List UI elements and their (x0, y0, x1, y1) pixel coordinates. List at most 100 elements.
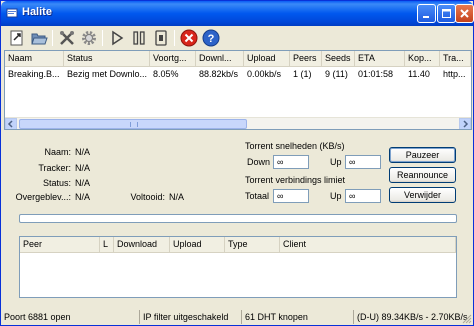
peer-column-l[interactable]: L (100, 237, 114, 252)
name-value: N/A (75, 147, 91, 157)
tools-button[interactable] (58, 29, 76, 47)
toolbar-separator (174, 30, 175, 46)
help-button[interactable]: ? (202, 29, 220, 47)
peer-column-upload[interactable]: Upload (170, 237, 225, 252)
up-limit-input[interactable]: ∞ (345, 155, 381, 169)
torrent-name: Breaking.B... (8, 69, 60, 79)
peer-list[interactable]: Peer L Download Upload Type Client (19, 236, 457, 298)
resume-button[interactable] (108, 29, 126, 47)
pause-torrent-button[interactable]: Pauzeer (389, 147, 456, 163)
svg-text:?: ? (208, 33, 215, 45)
torrent-status: Bezig met Downlo... (67, 69, 148, 79)
down-limit-label: Down (247, 157, 271, 167)
name-label: Naam: (44, 147, 71, 157)
column-header-seeds[interactable]: Seeds (322, 51, 355, 66)
tracker-value: N/A (75, 163, 91, 173)
column-header-upload[interactable]: Upload (244, 51, 290, 66)
peer-column-client[interactable]: Client (280, 237, 456, 252)
transfer-rates-status: (D-U) 89.34KB/s - 2.70KB/s (353, 310, 468, 324)
peer-list-header: Peer L Download Upload Type Client (20, 237, 456, 253)
column-header-status[interactable]: Status (64, 51, 150, 66)
app-icon (6, 8, 18, 18)
column-header-progress[interactable]: Voortg... (150, 51, 196, 66)
peer-column-peer[interactable]: Peer (20, 237, 100, 252)
up-limit-label: Up (330, 157, 342, 167)
upload-connections-input[interactable]: ∞ (345, 189, 381, 203)
column-header-tracker[interactable]: Tra... (440, 51, 471, 66)
torrent-progress: 8.05% (153, 69, 179, 79)
help-icon: ? (202, 29, 220, 47)
column-header-naam[interactable]: Naam (5, 51, 64, 66)
open-folder-button[interactable] (30, 29, 48, 47)
window-title: Halite (22, 6, 52, 18)
minimize-icon (423, 16, 429, 18)
column-header-eta[interactable]: ETA (355, 51, 405, 66)
column-header-download[interactable]: Downl... (196, 51, 244, 66)
connection-limit-heading: Torrent verbindings limiet (245, 175, 346, 185)
toolbar: ? (2, 27, 472, 49)
toolbar-separator (102, 30, 103, 46)
completed-value: N/A (169, 192, 185, 202)
speed-heading: Torrent snelheden (KB/s) (245, 141, 345, 151)
torrent-copies: 11.40 (408, 69, 430, 79)
stop-button[interactable] (152, 29, 170, 47)
pause-icon (133, 31, 145, 45)
torrent-upload-rate: 0.00kb/s (247, 69, 282, 79)
app-window: Halite ? Naam Status Voortg... Downl... … (0, 0, 474, 326)
torrent-tracker: http... (443, 69, 466, 79)
torrent-list[interactable]: Naam Status Voortg... Downl... Upload Pe… (4, 50, 472, 130)
status-bar: Poort 6881 open IP filter uitgeschakeld … (1, 309, 473, 325)
scroll-right-icon (463, 120, 469, 128)
column-header-copies[interactable]: Kop... (405, 51, 440, 66)
scroll-thumb[interactable] (19, 119, 247, 129)
scroll-left-icon (7, 120, 13, 128)
tracker-label: Tracker: (38, 163, 71, 173)
column-header-peers[interactable]: Peers (290, 51, 322, 66)
open-folder-icon (31, 33, 48, 45)
settings-button[interactable] (80, 29, 98, 47)
peer-column-type[interactable]: Type (225, 237, 280, 252)
remaining-value: N/A (75, 192, 91, 202)
status-value: N/A (75, 178, 91, 188)
resize-grip-icon[interactable] (462, 314, 472, 324)
pause-button[interactable] (130, 29, 148, 47)
dht-status: 61 DHT knopen (241, 310, 308, 324)
completed-label: Voltooid: (130, 192, 165, 202)
open-torrent-button[interactable] (8, 29, 26, 47)
torrent-list-header: Naam Status Voortg... Downl... Upload Pe… (5, 51, 471, 67)
remove-button[interactable] (180, 29, 198, 47)
settings-gear-icon (82, 31, 96, 45)
scroll-left-button[interactable] (5, 118, 17, 129)
minimize-button[interactable] (417, 4, 436, 23)
scroll-grip-icon (130, 122, 138, 127)
resume-icon (112, 30, 124, 46)
torrent-download-rate: 88.82kb/s (199, 69, 239, 79)
torrent-eta: 01:01:58 (358, 69, 394, 79)
ip-filter-status: IP filter uitgeschakeld (139, 310, 228, 324)
down-limit-input[interactable]: ∞ (273, 155, 309, 169)
remove-icon (180, 29, 198, 47)
close-window-button[interactable] (455, 4, 474, 23)
total-connections-label: Totaal (245, 191, 270, 201)
maximize-icon (442, 9, 451, 18)
scroll-right-button[interactable] (459, 118, 471, 129)
total-connections-input[interactable]: ∞ (273, 189, 309, 203)
remaining-label: Overgeblev...: (15, 192, 71, 202)
title-bar[interactable]: Halite (1, 1, 474, 26)
torrent-progress-bar (19, 214, 457, 223)
reannounce-button[interactable]: Reannounce (389, 167, 456, 183)
torrent-seeds: 9 (11) (325, 69, 348, 79)
peer-column-download[interactable]: Download (114, 237, 170, 252)
maximize-button[interactable] (437, 4, 456, 23)
upload-connections-label: Up (330, 191, 342, 201)
toolbar-separator (52, 30, 53, 46)
status-label: Status: (42, 178, 71, 188)
tools-icon (60, 31, 74, 45)
remove-torrent-button[interactable]: Verwijder (389, 187, 456, 203)
torrent-peers: 1 (1) (293, 69, 312, 79)
horizontal-scrollbar[interactable] (5, 117, 471, 129)
port-status: Poort 6881 open (4, 312, 71, 322)
torrent-row[interactable]: Breaking.B... Bezig met Downlo... 8.05% … (5, 67, 471, 81)
stop-icon (155, 30, 167, 46)
close-icon (460, 9, 469, 18)
